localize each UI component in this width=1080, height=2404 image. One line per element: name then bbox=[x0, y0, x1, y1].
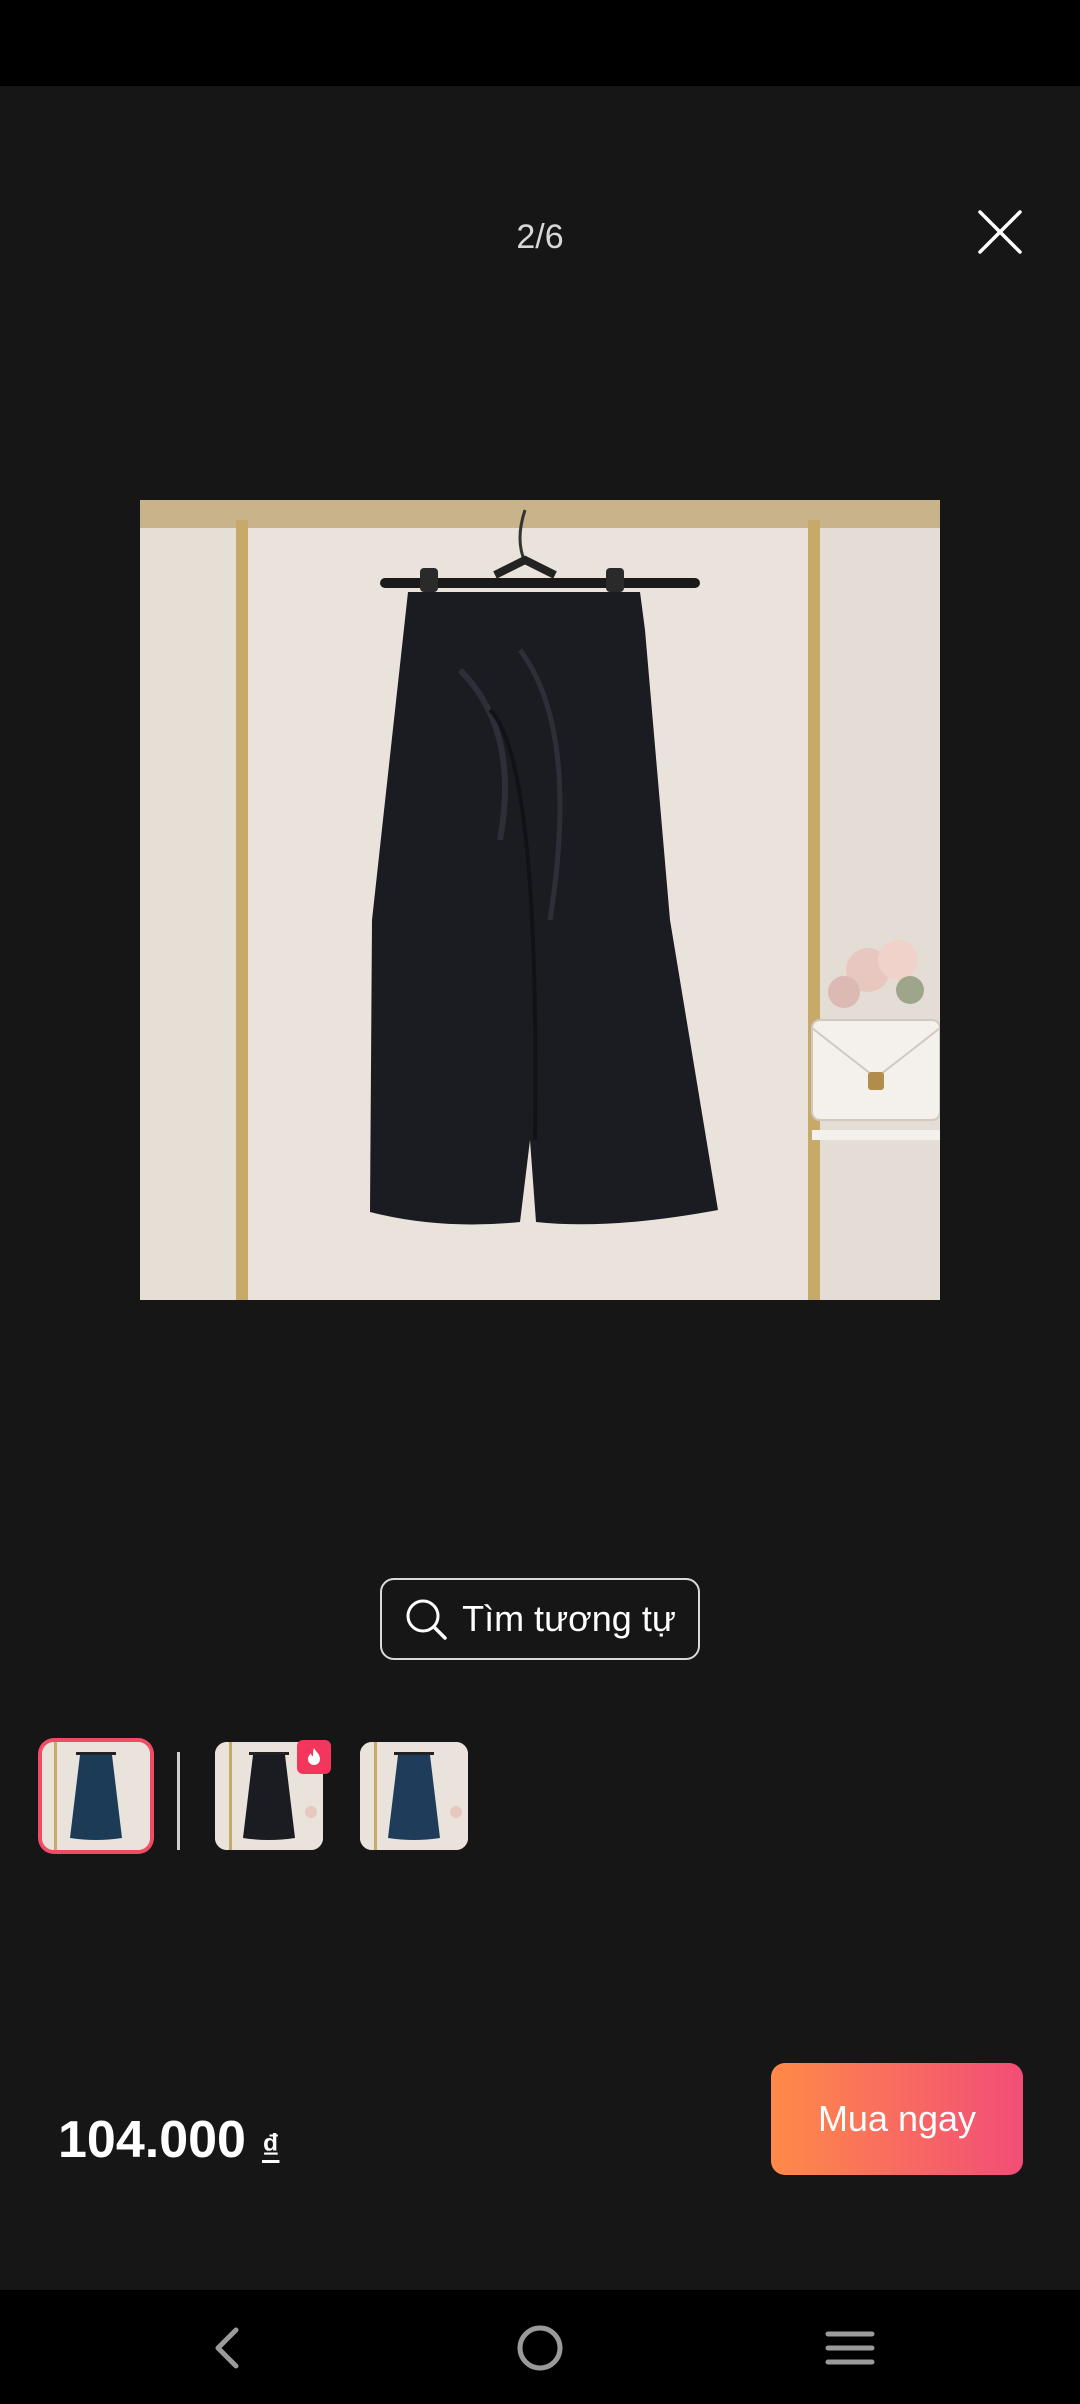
close-icon bbox=[978, 210, 1022, 254]
buy-now-button[interactable]: Mua ngay bbox=[771, 2063, 1023, 2175]
image-counter: 2/6 bbox=[516, 218, 564, 256]
hot-badge bbox=[297, 1740, 331, 1774]
find-similar-button[interactable]: Tìm tương tự bbox=[380, 1578, 700, 1660]
nav-home-button[interactable] bbox=[508, 2316, 572, 2380]
search-icon bbox=[406, 1599, 447, 1640]
nav-back-button[interactable] bbox=[196, 2316, 260, 2380]
status-bar bbox=[0, 0, 1080, 86]
menu-icon bbox=[825, 2331, 875, 2365]
home-icon bbox=[517, 2325, 563, 2371]
product-price: 104.000 bbox=[58, 2111, 246, 2169]
nav-menu-button[interactable] bbox=[818, 2316, 882, 2380]
variant-thumbnails bbox=[0, 1740, 1080, 1860]
close-button[interactable] bbox=[972, 204, 1028, 260]
currency-symbol: ₫ bbox=[262, 2128, 280, 2166]
product-photo[interactable] bbox=[140, 500, 940, 1300]
find-similar-label: Tìm tương tự bbox=[462, 1598, 676, 1639]
system-nav-bar bbox=[0, 2290, 1080, 2404]
back-icon bbox=[215, 2327, 239, 2369]
thumbnail-navy-1[interactable] bbox=[42, 1742, 150, 1850]
thumbnail-navy-2[interactable] bbox=[360, 1742, 468, 1850]
fire-icon bbox=[308, 1748, 320, 1765]
thumbnail-divider bbox=[177, 1752, 180, 1850]
